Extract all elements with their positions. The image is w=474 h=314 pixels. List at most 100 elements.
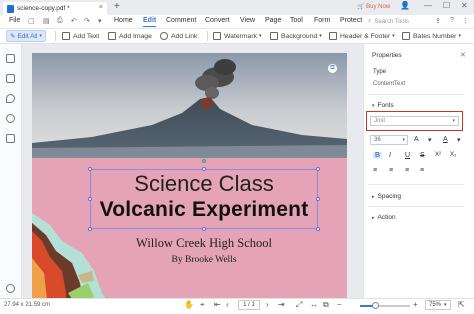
spacing-section-toggle[interactable]: ▸ Spacing — [372, 193, 401, 200]
author-text[interactable]: By Brooke Wells — [90, 255, 318, 265]
background-button[interactable]: Background ▾ — [270, 31, 322, 41]
undo-icon[interactable]: ↶ — [71, 17, 77, 25]
zoom-in-icon[interactable]: + — [413, 300, 418, 309]
two-page-icon[interactable]: ⧉ — [323, 300, 329, 310]
bates-number-button[interactable]: Bates Number ▾ — [402, 31, 461, 41]
attachment-icon[interactable] — [6, 134, 15, 143]
underline-button[interactable]: U — [405, 152, 410, 159]
add-text-icon — [62, 32, 70, 40]
highlight-dropdown-icon[interactable]: ▾ — [457, 136, 461, 144]
previous-page-icon[interactable]: ‹ — [226, 300, 229, 309]
document-title-line-1[interactable]: Science Class — [90, 171, 318, 197]
menu-home[interactable]: Home — [114, 17, 133, 24]
font-size-value: 36 — [374, 137, 381, 143]
page-number-field[interactable]: 1 / 1 — [238, 300, 260, 310]
next-page-icon[interactable]: › — [266, 300, 269, 309]
fit-width-icon[interactable]: ↔ — [310, 300, 318, 309]
save-icon[interactable]: ▤ — [43, 17, 50, 25]
subscript-button[interactable]: X₂ — [450, 152, 456, 158]
edit-all-button[interactable]: ✎ Edit All ▾ — [6, 30, 46, 42]
minimize-icon[interactable]: — — [424, 1, 432, 10]
more-icon[interactable]: ⋮ — [462, 17, 469, 25]
add-image-button[interactable]: Add Image — [108, 31, 152, 41]
page-edit-badge-icon[interactable]: ⧉ — [327, 63, 338, 74]
search-panel-icon[interactable] — [6, 114, 15, 123]
school-name-text[interactable]: Willow Creek High School — [90, 236, 318, 251]
menu-form[interactable]: Form — [314, 17, 330, 24]
zoom-level-select[interactable]: 75% ▾ — [425, 300, 451, 310]
comment-icon[interactable] — [6, 94, 15, 103]
close-panel-icon[interactable]: ✕ — [460, 51, 466, 59]
superscript-button[interactable]: X² — [435, 152, 441, 158]
new-tab-icon[interactable]: + — [114, 2, 120, 12]
document-tab[interactable]: science-copy.pdf * × — [3, 2, 107, 15]
resize-handle[interactable] — [316, 227, 320, 231]
print-icon[interactable]: ⎙ — [57, 17, 63, 25]
account-icon[interactable]: 👤 — [400, 1, 410, 10]
search-tools-field[interactable]: ⌕ Search Tools — [368, 17, 428, 26]
color-dropdown-icon[interactable]: ▾ — [428, 136, 432, 144]
document-title-line-2[interactable]: Volcanic Experiment — [90, 198, 318, 222]
last-page-icon[interactable]: ⇥ — [278, 300, 285, 309]
pdf-page[interactable]: ⧉ Science Class Volcanic Experiment Will… — [32, 53, 347, 298]
resize-handle[interactable] — [88, 227, 92, 231]
thumbnails-icon[interactable] — [6, 54, 15, 63]
menu-page[interactable]: Page — [265, 17, 281, 24]
bookmark-icon[interactable] — [6, 74, 15, 83]
expand-triangle-icon: ▸ — [372, 193, 375, 200]
collapse-triangle-icon: ▾ — [372, 102, 375, 109]
fullscreen-icon[interactable]: ⇱ — [458, 300, 465, 309]
close-tab-icon[interactable]: × — [99, 4, 103, 11]
menu-icon-1[interactable]: ▢ — [28, 17, 35, 25]
upload-icon[interactable]: ⇪ — [435, 17, 441, 25]
add-link-button[interactable]: Add Link — [160, 31, 197, 41]
italic-button[interactable]: I — [389, 152, 391, 159]
font-size-select[interactable]: 36 ▾ — [370, 135, 408, 145]
action-section-toggle[interactable]: ▸ Action — [372, 214, 396, 221]
highlight-color-icon[interactable]: A — [443, 136, 448, 143]
menu-protect[interactable]: Protect — [340, 17, 362, 24]
buy-now-link[interactable]: 🛒 Buy Now — [357, 3, 390, 10]
font-family-select[interactable]: Jost ▾ — [370, 116, 459, 126]
volcano-photo[interactable] — [32, 53, 347, 158]
fonts-label: Fonts — [377, 102, 394, 109]
menu-file[interactable]: File — [9, 17, 20, 24]
align-left-icon[interactable]: ≡ — [373, 167, 377, 174]
chevron-down-icon: ▾ — [319, 33, 322, 39]
align-center-icon[interactable]: ≡ — [389, 167, 393, 174]
close-window-icon[interactable]: ✕ — [461, 1, 468, 10]
maximize-icon[interactable]: ☐ — [443, 1, 450, 10]
align-justify-icon[interactable]: ≡ — [420, 167, 424, 174]
rotate-handle[interactable] — [202, 159, 206, 163]
select-tool-icon[interactable]: ⌖ — [200, 300, 205, 310]
strikethrough-button[interactable]: S — [420, 152, 425, 159]
dropdown-chevron-icon[interactable]: ▾ — [98, 17, 102, 25]
watermark-button[interactable]: Watermark ▾ — [213, 31, 262, 41]
menu-tool[interactable]: Tool — [290, 17, 303, 24]
text-color-icon[interactable]: A — [414, 136, 419, 143]
header-footer-label: Header & Footer — [340, 32, 391, 40]
add-text-button[interactable]: Add Text — [62, 31, 99, 41]
resize-handle[interactable] — [202, 227, 206, 231]
buy-now-label: Buy Now — [366, 4, 391, 10]
header-footer-button[interactable]: Header & Footer ▾ — [329, 31, 395, 41]
menu-comment[interactable]: Comment — [166, 17, 196, 24]
menu-convert[interactable]: Convert — [205, 17, 230, 24]
redo-icon[interactable]: ↷ — [84, 17, 90, 25]
menu-edit[interactable]: Edit — [143, 17, 157, 27]
zoom-slider-knob[interactable] — [371, 302, 379, 309]
zoom-out-icon[interactable]: − — [337, 300, 342, 309]
fit-page-icon[interactable]: ⤢ — [296, 300, 302, 310]
help-icon[interactable]: ? — [450, 17, 454, 24]
help-circle-icon[interactable] — [6, 284, 15, 293]
bold-button[interactable]: B — [373, 152, 383, 159]
align-right-icon[interactable]: ≡ — [405, 167, 409, 174]
document-canvas[interactable]: ⧉ Science Class Volcanic Experiment Will… — [22, 44, 363, 298]
add-link-label: Add Link — [171, 32, 198, 40]
menu-view[interactable]: View — [240, 17, 255, 24]
divider — [368, 184, 464, 185]
edit-all-label: Edit All — [17, 32, 38, 40]
first-page-icon[interactable]: ⇤ — [214, 300, 221, 309]
hand-tool-icon[interactable]: ✋ — [184, 300, 194, 309]
fonts-section-toggle[interactable]: ▾ Fonts — [372, 102, 394, 109]
